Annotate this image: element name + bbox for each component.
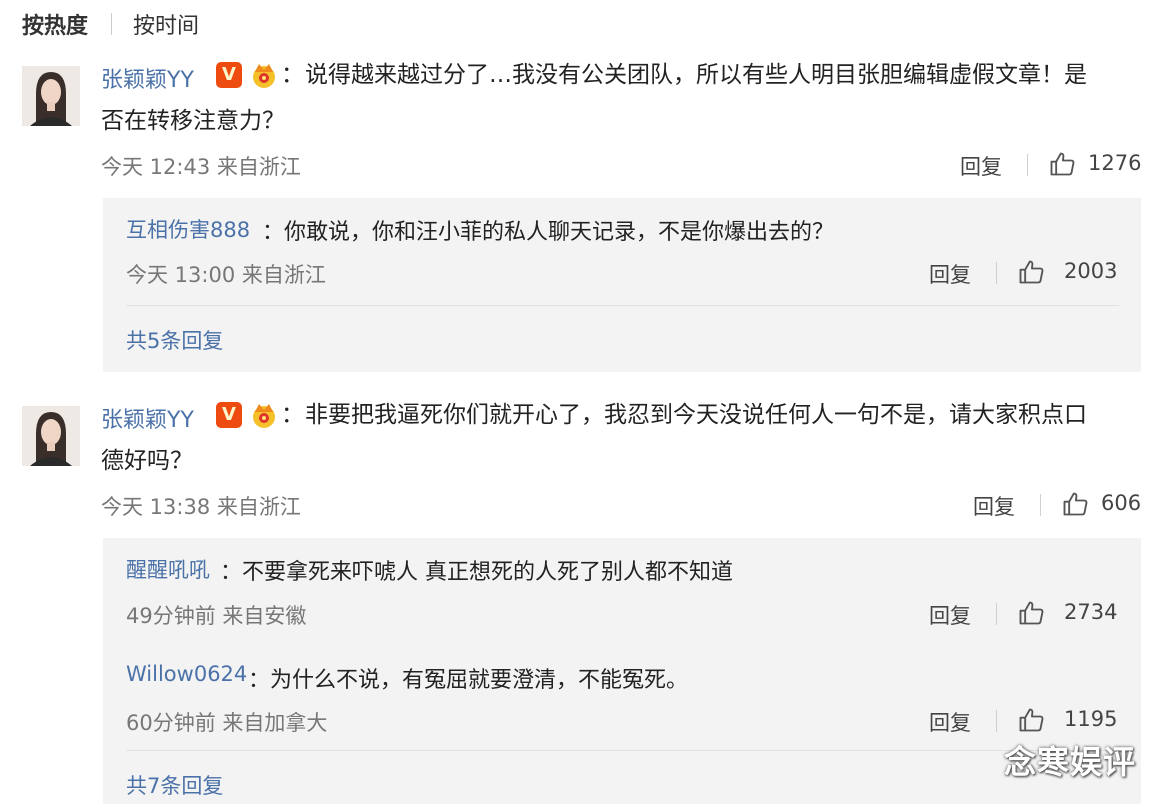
reply-username[interactable]: 互相伤害888 xyxy=(126,214,250,244)
like-count: 1195 xyxy=(1064,707,1118,731)
action-divider xyxy=(996,262,997,284)
reply-button[interactable]: 回复 xyxy=(929,259,971,289)
reply-username[interactable]: 醒醒吼吼 xyxy=(126,554,210,584)
comment-username[interactable]: 张颖颖YY xyxy=(101,62,194,94)
reply-timestamp: 60分钟前 来自加拿大 xyxy=(126,711,328,735)
thumbs-up-icon[interactable] xyxy=(1048,150,1076,182)
action-divider xyxy=(1040,494,1041,516)
comment-text-line1: 非要把我逼死你们就开心了，我忍到今天没说任何人一句不是，请大家积点口 xyxy=(305,402,1087,428)
comment-text-line1: 说得越来越过分了…我没有公关团队，所以有些人明目张胆编辑虚假文章！是 xyxy=(305,62,1087,88)
like-count: 2003 xyxy=(1064,259,1118,283)
comment-colon: ： xyxy=(281,62,304,88)
like-count: 2734 xyxy=(1064,600,1118,624)
comment-timestamp: 今天 13:38 来自浙江 xyxy=(101,495,301,519)
reply-text: ：你敢说，你和汪小菲的私人聊天记录，不是你爆出去的？ xyxy=(262,220,835,245)
verified-v-icon: V xyxy=(216,402,242,428)
reply-button[interactable]: 回复 xyxy=(929,707,971,737)
sort-by-hot-tab[interactable]: 按热度 xyxy=(22,8,88,40)
comment-username[interactable]: 张颖颖YY xyxy=(101,402,194,434)
reply-text: ：为什么不说，有冤屈就要澄清，不能冤死。 xyxy=(248,668,689,693)
reply-button[interactable]: 回复 xyxy=(929,600,971,630)
action-divider xyxy=(996,603,997,625)
watermark-text: 念寒娱评 xyxy=(1004,743,1137,781)
reply-button[interactable]: 回复 xyxy=(973,491,1015,521)
comment-text-line2: 否在转移注意力？ xyxy=(101,108,285,134)
like-count: 1276 xyxy=(1088,151,1142,175)
comment-timestamp: 今天 12:43 来自浙江 xyxy=(101,155,301,179)
view-more-replies-link[interactable]: 共5条回复 xyxy=(126,325,223,355)
sort-bar: 按热度 按时间 xyxy=(0,0,1174,46)
view-more-replies-link[interactable]: 共7条回复 xyxy=(126,770,223,800)
crown-badge-icon xyxy=(249,400,279,430)
reply-text: ：不要拿死来吓唬人 真正想死的人死了别人都不知道 xyxy=(220,560,733,585)
sort-divider xyxy=(111,13,112,35)
avatar[interactable] xyxy=(22,66,80,126)
thumbs-up-icon[interactable] xyxy=(1017,706,1045,738)
crown-badge-icon xyxy=(249,60,279,90)
reply-timestamp: 今天 13:00 来自浙江 xyxy=(126,263,326,287)
reply-separator xyxy=(126,750,1119,751)
reply-separator xyxy=(126,305,1119,306)
thumbs-up-icon[interactable] xyxy=(1061,490,1089,522)
verified-v-icon: V xyxy=(216,62,242,88)
thumbs-up-icon[interactable] xyxy=(1017,258,1045,290)
reply-timestamp: 49分钟前 来自安徽 xyxy=(126,604,307,628)
thumbs-up-icon[interactable] xyxy=(1017,599,1045,631)
action-divider xyxy=(996,710,997,732)
like-count: 606 xyxy=(1101,491,1142,515)
reply-button[interactable]: 回复 xyxy=(960,151,1002,181)
reply-username[interactable]: Willow0624 xyxy=(126,662,247,686)
reply-box: 互相伤害888 ：你敢说，你和汪小菲的私人聊天记录，不是你爆出去的？ 今天 13… xyxy=(103,198,1141,372)
comment-colon: ： xyxy=(281,402,304,428)
comment-text-line2: 德好吗？ xyxy=(101,448,193,474)
sort-by-time-tab[interactable]: 按时间 xyxy=(133,8,199,40)
avatar[interactable] xyxy=(22,406,80,466)
reply-box: 醒醒吼吼 ：不要拿死来吓唬人 真正想死的人死了别人都不知道 49分钟前 来自安徽… xyxy=(103,538,1141,804)
action-divider xyxy=(1027,154,1028,176)
